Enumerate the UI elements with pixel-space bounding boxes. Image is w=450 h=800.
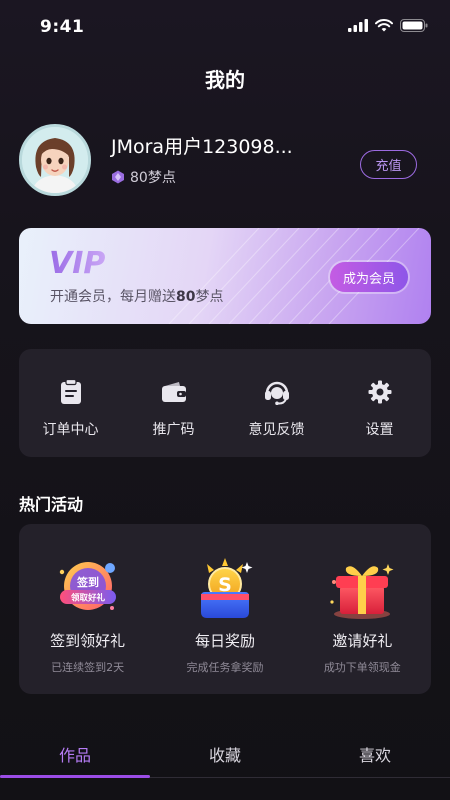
menu-label: 推广码 bbox=[152, 422, 195, 438]
activity-subtitle: 成功下单领现金 bbox=[323, 661, 401, 674]
status-icons bbox=[348, 19, 428, 32]
avatar[interactable] bbox=[19, 124, 91, 196]
activity-daily-reward[interactable]: S 每日奖励 完成任务拿奖励 bbox=[156, 524, 293, 694]
checkin-badge-icon: 签到 领取好礼 bbox=[59, 562, 116, 610]
gem-icon bbox=[112, 170, 124, 184]
username: JMora用户123098... bbox=[111, 136, 293, 158]
coin-chest-icon: S bbox=[200, 558, 253, 618]
activity-subtitle: 已连续签到2天 bbox=[51, 661, 125, 674]
tab-likes[interactable]: 喜欢 bbox=[300, 728, 450, 777]
vip-description: 开通会员，每月赠送80梦点 bbox=[50, 289, 224, 305]
activity-subtitle: 完成任务拿奖励 bbox=[186, 661, 264, 674]
gear-icon bbox=[367, 379, 393, 405]
points-balance: 80梦点 bbox=[111, 167, 176, 187]
activity-name: 每日奖励 bbox=[194, 632, 255, 650]
recharge-button[interactable]: 充值 bbox=[360, 150, 417, 179]
activity-name: 邀请好礼 bbox=[332, 632, 393, 650]
clipboard-icon bbox=[58, 379, 84, 405]
menu-item-orders[interactable]: 订单中心 bbox=[19, 349, 122, 457]
svg-text:签到: 签到 bbox=[76, 575, 99, 589]
activity-invite[interactable]: 邀请好礼 成功下单领现金 bbox=[294, 524, 431, 694]
activity-checkin[interactable]: 签到 领取好礼 签到领好礼 已连续签到2天 bbox=[19, 524, 156, 694]
tab-favorites[interactable]: 收藏 bbox=[150, 728, 300, 777]
points-text: 80梦点 bbox=[130, 170, 176, 186]
vip-banner[interactable]: VIP 开通会员，每月赠送80梦点 成为会员 bbox=[19, 228, 431, 324]
menu-item-feedback[interactable]: 意见反馈 bbox=[225, 349, 328, 457]
page-title: 我的 bbox=[205, 68, 245, 92]
menu-label: 设置 bbox=[365, 422, 394, 438]
status-time: 9:41 bbox=[40, 17, 85, 37]
menu-label: 订单中心 bbox=[42, 422, 99, 438]
vip-logo: VIP bbox=[49, 246, 105, 279]
hot-activities-title: 热门活动 bbox=[19, 495, 84, 514]
headset-icon bbox=[264, 379, 290, 405]
quick-menu: 订单中心 推广码 意见反馈 设置 bbox=[19, 349, 431, 457]
wallet-icon bbox=[161, 379, 187, 405]
become-member-button[interactable]: 成为会员 bbox=[330, 262, 408, 292]
profile-section: JMora用户123098... 80梦点 充值 bbox=[19, 124, 431, 198]
signal-icon bbox=[348, 19, 368, 32]
svg-text:领取好礼: 领取好礼 bbox=[70, 593, 106, 604]
activities-card: 签到 领取好礼 签到领好礼 已连续签到2天 S 每日奖励 完成任务拿奖励 邀请好… bbox=[19, 524, 431, 694]
battery-icon bbox=[400, 19, 428, 32]
tab-works[interactable]: 作品 bbox=[0, 728, 150, 778]
content-tabs: 作品 收藏 喜欢 bbox=[0, 728, 450, 778]
wifi-icon bbox=[375, 19, 393, 32]
menu-label: 意见反馈 bbox=[248, 422, 305, 438]
gift-box-icon bbox=[330, 564, 394, 619]
menu-item-settings[interactable]: 设置 bbox=[328, 349, 431, 457]
svg-text:VIP: VIP bbox=[49, 246, 105, 279]
menu-item-promo-code[interactable]: 推广码 bbox=[122, 349, 225, 457]
activity-name: 签到领好礼 bbox=[50, 632, 126, 650]
status-bar: 9:41 bbox=[0, 0, 450, 56]
